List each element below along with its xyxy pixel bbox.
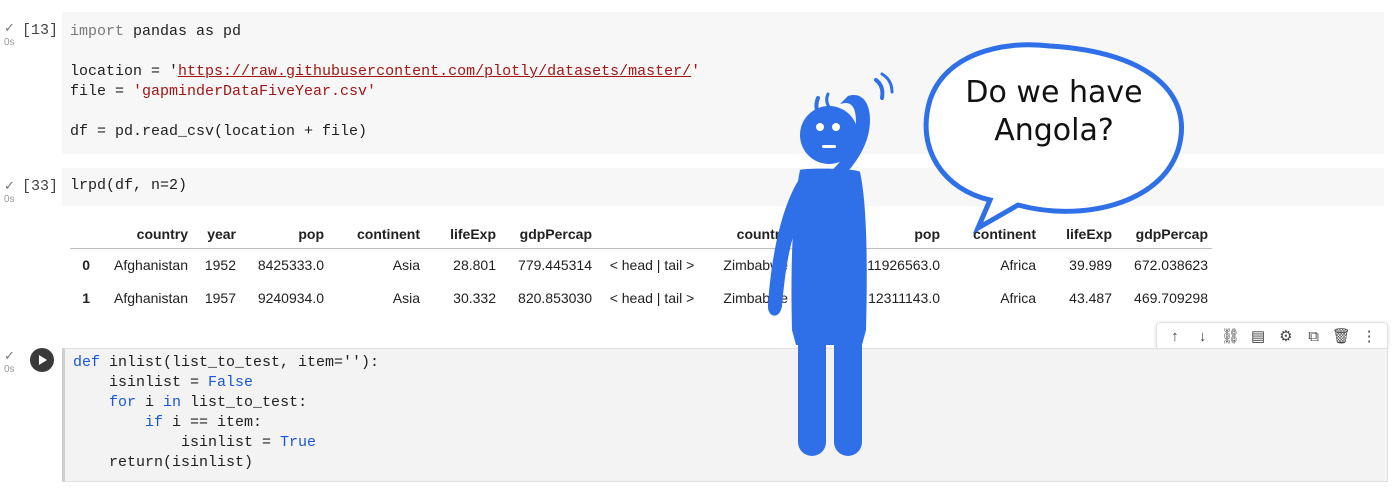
motion-mark	[825, 92, 831, 109]
right-eye	[832, 123, 840, 131]
motion-mark	[874, 78, 885, 100]
speech-bubble-line: Angola?	[994, 113, 1114, 148]
confused-person-figure	[767, 72, 894, 456]
speech-bubble-line: Do we have	[965, 75, 1143, 110]
speech-bubble-text: Do we have Angola?	[940, 74, 1168, 150]
cartoon-overlay	[767, 42, 1185, 456]
left-leg	[798, 330, 826, 456]
mouth	[822, 145, 836, 148]
torso	[791, 168, 867, 345]
right-leg	[834, 330, 862, 456]
left-eye	[816, 123, 824, 131]
